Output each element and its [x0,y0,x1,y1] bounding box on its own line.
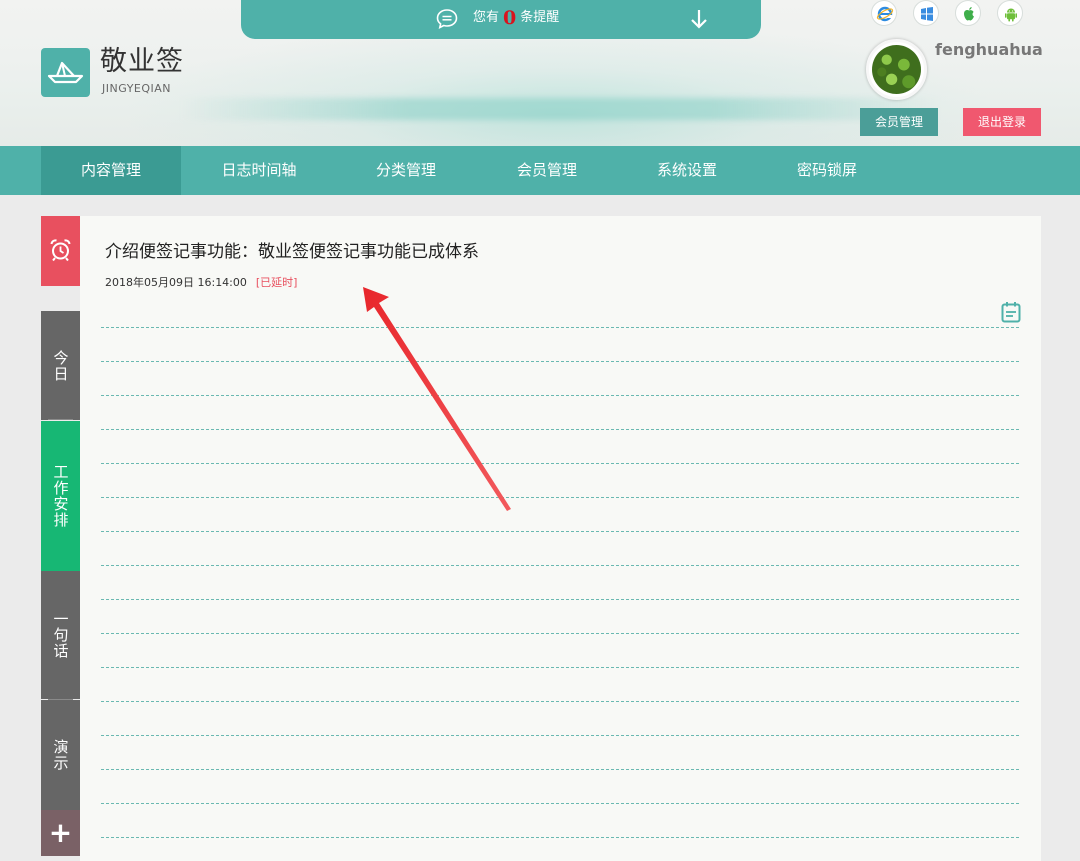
reminder-text: 您有 0 条提醒 [473,7,560,29]
nav-category-management[interactable]: 分类管理 [336,146,476,195]
chat-bubble-icon [436,9,458,29]
nav-member-management[interactable]: 会员管理 [477,146,617,195]
android-icon[interactable] [997,0,1023,26]
note-panel: 介绍便签记事功能：敬业签便签记事功能已成体系 2018年05月09日 16:14… [80,216,1041,861]
nav-content-management[interactable]: 内容管理 [41,146,181,195]
sidebar-tab-label: 一句话 [51,611,70,659]
ie-glyph-icon [876,6,894,22]
calendar-icon[interactable] [1001,301,1021,323]
apple-glyph-icon [964,7,974,21]
reminder-bar[interactable]: 您有 0 条提醒 [241,0,761,39]
add-category-button[interactable]: + [41,810,80,856]
alarm-tab[interactable] [41,216,80,286]
logout-button[interactable]: 退出登录 [963,108,1041,136]
brand-name: 敬业签 [100,46,184,77]
header-sea [180,98,940,120]
reminder-count: 0 [503,7,517,29]
note-meta: 2018年05月09日 16:14:00 [已延时] [105,274,297,290]
note-ruled-lines[interactable] [101,294,1021,861]
sidebar-tab-today[interactable]: 今日 [41,311,80,420]
sidebar-tab-demo[interactable]: 演示 [41,700,80,810]
note-title[interactable]: 介绍便签记事功能：敬业签便签记事功能已成体系 [105,242,479,262]
arrow-down-icon[interactable] [689,8,709,30]
reminder-prefix: 您有 [473,10,500,25]
windows-icon[interactable] [913,0,939,26]
sidebar-tab-label: 今日 [51,349,70,382]
logo[interactable] [41,48,90,97]
sidebar-divider [48,419,73,420]
apple-icon[interactable] [955,0,981,26]
sidebar-tab-label: 工作安排 [51,464,70,528]
main-nav: 内容管理 日志时间轴 分类管理 会员管理 系统设置 密码锁屏 [0,146,1080,195]
member-management-button[interactable]: 会员管理 [860,108,938,136]
username: fenghuahua [935,40,1043,59]
alarm-clock-icon [50,239,71,262]
note-status-badge: [已延时] [255,276,298,289]
windows-glyph-icon [921,7,933,21]
sidebar-tab-label: 演示 [51,739,70,771]
android-glyph-icon [1005,8,1017,22]
avatar-image [872,45,921,94]
note-datetime: 2018年05月09日 16:14:00 [105,276,247,289]
sidebar-tab-work[interactable]: 工作安排 [41,421,80,571]
ie-icon[interactable] [871,0,897,26]
logo-boat-icon [47,61,84,84]
sidebar-tab-sentence[interactable]: 一句话 [41,571,80,699]
nav-password-lock[interactable]: 密码锁屏 [757,146,897,195]
nav-system-settings[interactable]: 系统设置 [617,146,757,195]
reminder-suffix: 条提醒 [520,10,560,25]
avatar[interactable] [866,39,927,100]
header: 您有 0 条提醒 敬业签 JINGYEQIAN fenghuahua 会员管理 … [0,0,1080,146]
nav-log-timeline[interactable]: 日志时间轴 [189,146,329,195]
brand-subtitle: JINGYEQIAN [102,82,172,95]
